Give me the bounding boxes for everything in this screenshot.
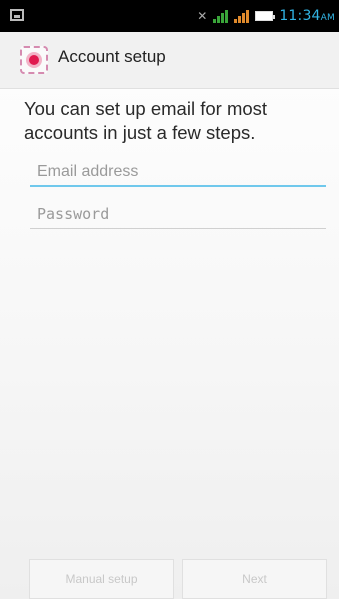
- password-underline: [30, 228, 326, 229]
- email-underline: [30, 185, 326, 187]
- page-title: Account setup: [58, 47, 166, 66]
- password-field[interactable]: [30, 199, 326, 229]
- action-bar: Account setup: [0, 32, 339, 89]
- email-field[interactable]: [30, 157, 326, 187]
- image-icon: [10, 9, 24, 21]
- next-button[interactable]: Next: [182, 559, 327, 599]
- signal-icon: [234, 9, 250, 23]
- manual-setup-button[interactable]: Manual setup: [29, 559, 174, 599]
- mute-icon: ✕: [197, 9, 208, 23]
- email-app-icon[interactable]: [20, 46, 48, 74]
- clock: 11:34AM: [279, 8, 335, 24]
- battery-icon: [255, 11, 276, 21]
- password-field-container: [30, 199, 326, 229]
- signal-icon: [213, 9, 229, 23]
- status-icons: ✕ 11:34AM: [197, 7, 335, 25]
- status-bar: ✕ 11:34AM: [0, 0, 339, 32]
- intro-text: You can set up email for most accounts i…: [24, 98, 268, 143]
- email-field-container: [30, 157, 326, 187]
